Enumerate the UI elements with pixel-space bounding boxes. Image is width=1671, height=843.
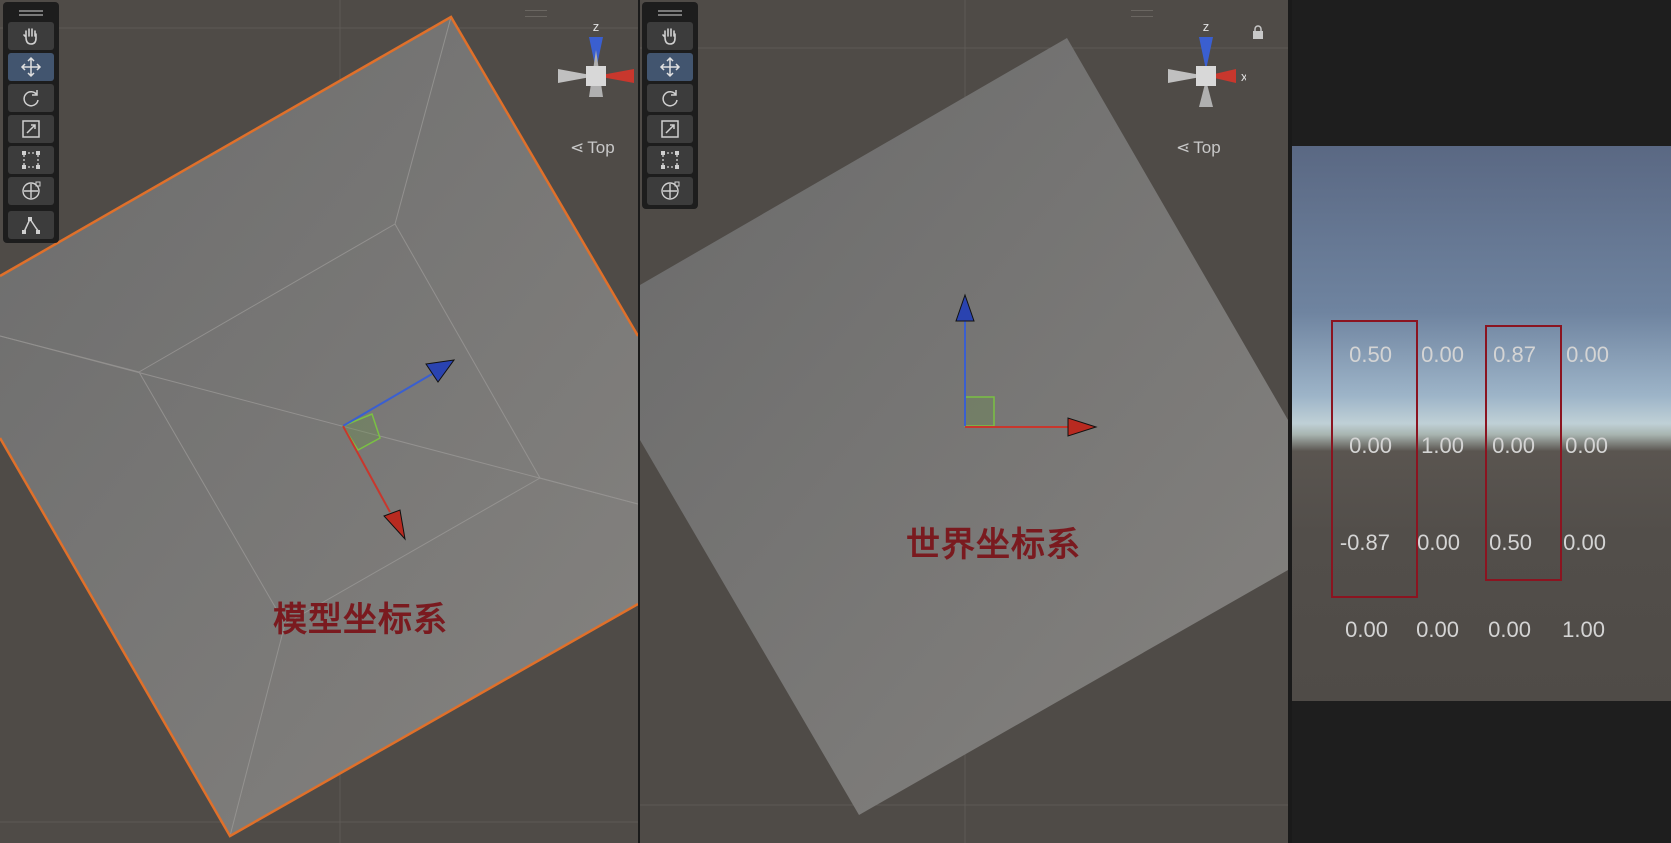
rect-tool-icon <box>661 151 679 169</box>
matrix-cell: 0.00 <box>1345 617 1388 642</box>
world-space-label: 世界坐标系 <box>906 526 1081 564</box>
matrix-cell: 0.00 <box>1565 433 1608 458</box>
orientation-gizmo[interactable]: z x <box>1166 20 1246 110</box>
matrix-cell: -0.87 <box>1339 530 1390 555</box>
matrix-cell: 0.50 <box>1489 530 1532 555</box>
rect-tool-button[interactable] <box>8 146 54 174</box>
matrix-cell: 1.00 <box>1421 433 1464 458</box>
matrix-cell: 1.00 <box>1562 617 1605 642</box>
move-icon <box>20 56 42 78</box>
lock-icon[interactable] <box>1251 24 1265 40</box>
move-tool-button[interactable] <box>647 53 693 81</box>
custom-tool-icon <box>22 217 40 234</box>
tools-overlay <box>3 2 59 243</box>
perspective-toggle-icon: ⋖ <box>570 138 585 157</box>
scale-tool-button[interactable] <box>647 115 693 143</box>
view-orientation-label[interactable]: ⋖ Top <box>1176 138 1221 158</box>
rotate-icon <box>23 90 39 107</box>
overlay-drag-handle[interactable] <box>1131 10 1153 17</box>
matrix-cell: 0.87 <box>1493 342 1536 367</box>
matrix-cell: 0.00 <box>1417 530 1460 555</box>
gizmo-center-cube[interactable] <box>1196 66 1216 86</box>
matrix-cell: 0.00 <box>1421 342 1464 367</box>
gizmo-z-label: z <box>1203 20 1210 34</box>
matrix-cell: 0.00 <box>1488 617 1531 642</box>
gizmo-x-label: x <box>1241 69 1246 84</box>
matrix-cell: 0.00 <box>1566 342 1609 367</box>
rect-tool-button[interactable] <box>647 146 693 174</box>
hand-icon <box>23 28 37 45</box>
scene-view-model-space[interactable]: 模型坐标系 z ⋖ Top <box>0 0 638 843</box>
transform-icon <box>22 181 41 200</box>
toolbar-grip[interactable] <box>642 2 698 22</box>
scale-icon <box>22 120 40 138</box>
rotate-icon <box>662 90 678 107</box>
toolbar-grip[interactable] <box>3 2 59 22</box>
model-space-label: 模型坐标系 <box>273 601 448 639</box>
orientation-gizmo[interactable]: z <box>556 20 636 110</box>
matrix-cell: 0.50 <box>1349 342 1392 367</box>
hand-tool-button[interactable] <box>647 22 693 50</box>
hand-icon <box>662 28 676 45</box>
move-tool-button[interactable] <box>8 53 54 81</box>
gizmo-center-cube[interactable] <box>586 66 606 86</box>
overlay-drag-handle[interactable] <box>525 10 547 17</box>
matrix-cell: 0.00 <box>1416 617 1459 642</box>
tools-overlay <box>642 2 698 209</box>
scale-tool-button[interactable] <box>8 115 54 143</box>
plane-mesh[interactable] <box>0 17 638 836</box>
hand-tool-button[interactable] <box>8 22 54 50</box>
scale-icon <box>661 120 679 138</box>
view-orientation-label[interactable]: ⋖ Top <box>570 138 615 158</box>
transform-tool-button[interactable] <box>8 177 54 205</box>
matrix-cell: 0.00 <box>1349 433 1392 458</box>
scene-canvas-right[interactable] <box>640 0 1288 843</box>
matrix-cell: 0.00 <box>1492 433 1535 458</box>
move-icon <box>659 56 681 78</box>
rect-tool-icon <box>22 151 40 169</box>
y-plane-handle[interactable] <box>964 396 995 427</box>
scene-view-world-space[interactable]: 世界坐标系 z x ⋖ Top <box>640 0 1288 843</box>
matrix-cell: 0.00 <box>1563 530 1606 555</box>
gizmo-z-label: z <box>593 20 600 34</box>
rotate-tool-button[interactable] <box>647 84 693 112</box>
transform-icon <box>661 181 680 200</box>
rotate-tool-button[interactable] <box>8 84 54 112</box>
custom-tool-button[interactable] <box>8 211 54 239</box>
transform-matrix-panel: 0.50 0.00 0.87 0.00 0.00 1.00 0.00 0.00 … <box>1292 0 1671 843</box>
transform-tool-button[interactable] <box>647 177 693 205</box>
perspective-toggle-icon: ⋖ <box>1176 138 1191 157</box>
gizmo-z-cone[interactable] <box>1199 37 1213 70</box>
scene-canvas-left[interactable] <box>0 0 638 843</box>
